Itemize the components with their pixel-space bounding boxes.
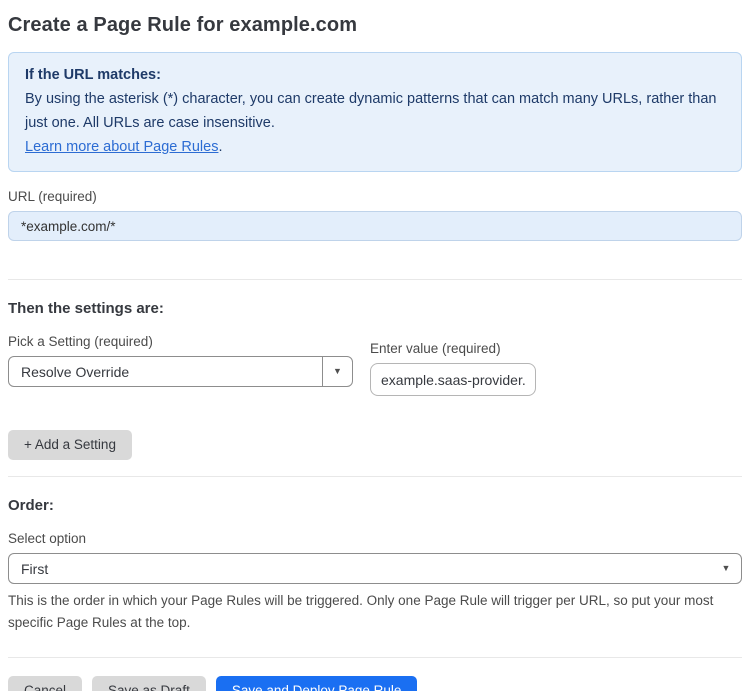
learn-more-link[interactable]: Learn more about Page Rules [25,139,218,155]
divider [8,279,742,280]
order-select-label: Select option [8,531,87,546]
link-suffix: . [218,139,223,155]
info-box-link-line: Learn more about Page Rules. [25,135,725,159]
footer-actions: Cancel Save as Draft Save and Deploy Pag… [8,676,742,691]
info-box-body: By using the asterisk (*) character, you… [25,91,717,131]
value-field-label: Enter value (required) [370,341,501,356]
setting-value-column: Enter value (required) [370,324,536,396]
cancel-button[interactable]: Cancel [8,676,83,691]
settings-section-heading: Then the settings are: [8,300,164,317]
info-box-heading: If the URL matches: [25,67,161,83]
url-matches-info-box: If the URL matches: By using the asteris… [8,52,742,172]
chevron-down-icon: ▼ [333,366,342,376]
setting-select-column: Pick a Setting (required) Resolve Overri… [8,317,353,387]
order-select-value: First [21,560,49,577]
setting-select-value: Resolve Override [21,363,130,380]
order-help-text: This is the order in which your Page Rul… [8,593,714,630]
page-rule-form: Create a Page Rule for example.com If th… [0,0,750,691]
setting-select-label: Pick a Setting (required) [8,334,153,349]
setting-value-input[interactable] [370,363,536,396]
save-as-draft-button[interactable]: Save as Draft [92,676,206,691]
url-field-label: URL (required) [8,189,97,204]
divider [8,476,742,477]
settings-row: Pick a Setting (required) Resolve Overri… [8,317,742,396]
url-input[interactable] [8,211,742,241]
save-and-deploy-button[interactable]: Save and Deploy Page Rule [215,676,418,691]
order-section-heading: Order: [8,497,54,514]
order-select[interactable]: First ▼ [8,553,742,584]
order-select-arrow-segment[interactable]: ▼ [711,554,741,583]
divider [8,657,742,658]
setting-select[interactable]: Resolve Override ▼ [8,356,353,387]
setting-select-arrow-segment[interactable]: ▼ [322,357,352,386]
chevron-down-icon: ▼ [721,563,731,573]
page-title: Create a Page Rule for example.com [8,14,358,36]
add-setting-button[interactable]: + Add a Setting [8,430,132,460]
